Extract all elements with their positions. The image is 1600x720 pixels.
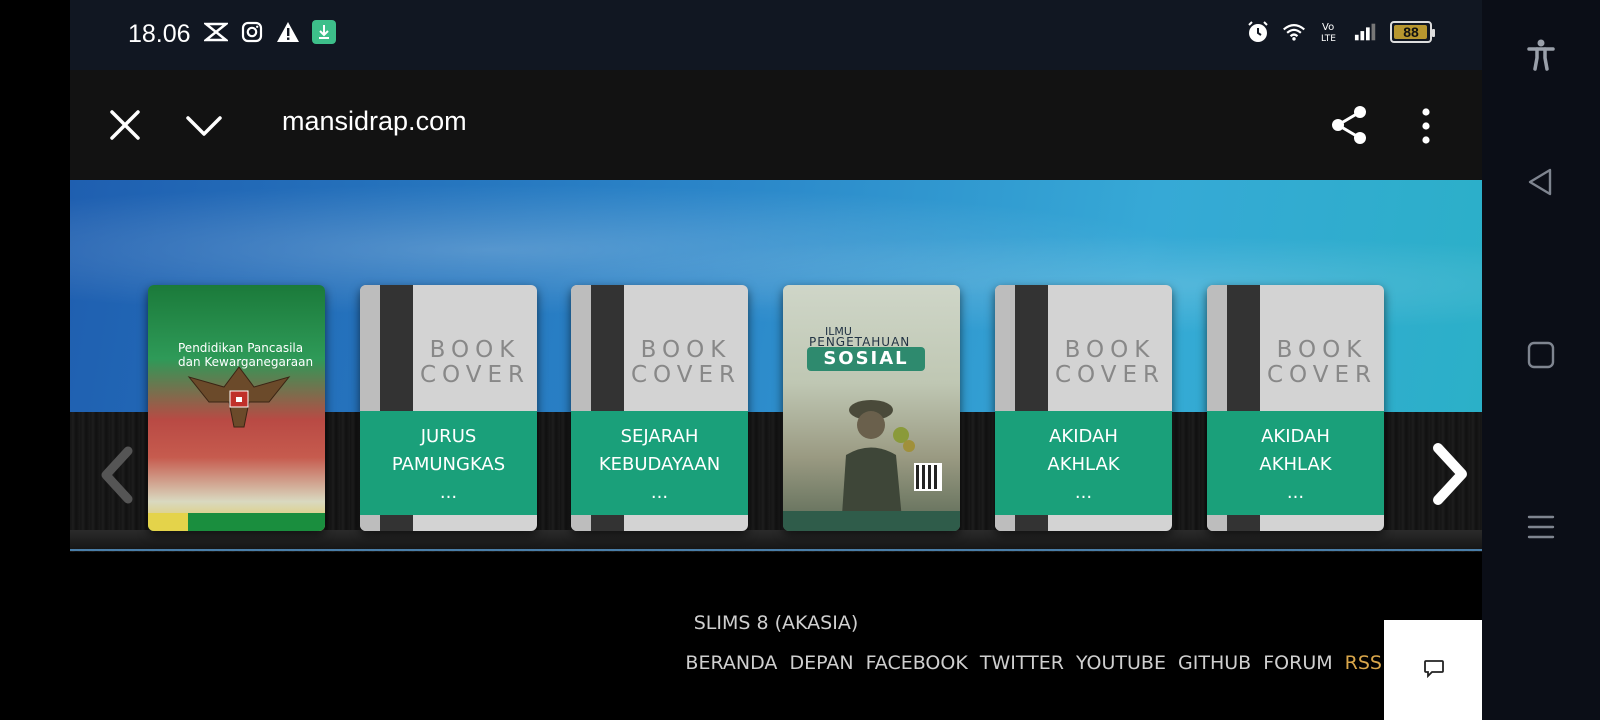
cover-text-sosial: SOSIAL	[807, 347, 925, 371]
book-carousel: Pendidikan Pancasila dan Kewarganegaraan…	[70, 180, 1482, 552]
battery-level: 88	[1403, 24, 1419, 40]
book-label-line2: KEBUDAYAAN	[598, 454, 721, 475]
share-icon[interactable]	[1328, 104, 1370, 146]
volte-icon: Vo LTE	[1318, 20, 1342, 44]
cover-word-cover: COVER	[1266, 362, 1377, 388]
svg-text:Vo: Vo	[1322, 22, 1334, 33]
alarm-icon	[1246, 20, 1270, 44]
book-label-line3: ...	[1286, 482, 1305, 503]
chevron-down-icon[interactable]	[184, 108, 224, 142]
book-cover-ilmu-pengetahuan-sosial[interactable]: ILMU PENGETAHUAN SOSIAL	[783, 285, 960, 531]
book-sejarah-kebudayaan[interactable]: BOOK COVER SEJARAH KEBUDAYAAN ...	[571, 285, 748, 531]
cover-word-book: BOOK	[1064, 337, 1156, 363]
book-label-line2: PAMUNGKAS	[391, 454, 506, 475]
instagram-icon	[240, 20, 264, 44]
book-akidah-akhlak-1[interactable]: BOOK COVER AKIDAH AKHLAK ...	[995, 285, 1172, 531]
svg-text:LTE: LTE	[1321, 34, 1336, 44]
book-label: JURUS PAMUNGKAS ...	[360, 411, 537, 515]
qr-code	[914, 463, 942, 491]
browser-toolbar: mansidrap.com	[70, 70, 1482, 180]
book-label: SEJARAH KEBUDAYAAN ...	[571, 411, 748, 515]
footer-link-rss[interactable]: RSS	[1345, 652, 1382, 674]
book-label: AKIDAH AKHLAK ...	[1207, 411, 1384, 515]
book-label-line3: ...	[650, 482, 669, 503]
book-label-line2: AKHLAK	[1047, 454, 1120, 475]
download-icon	[312, 20, 336, 44]
book-label-line3: ...	[1074, 482, 1093, 503]
book-label-line1: AKIDAH	[1049, 426, 1118, 447]
status-bar: 18.06 Vo LTE 88	[70, 0, 1482, 70]
close-icon[interactable]	[108, 108, 142, 142]
footer-link-youtube[interactable]: YOUTUBE	[1076, 652, 1166, 674]
cover-word-cover: COVER	[630, 362, 741, 388]
book-footer-band	[783, 511, 960, 531]
footer-link-twitter[interactable]: TWITTER	[980, 652, 1064, 674]
app-name-label: SLIMS 8 (AKASIA)	[693, 612, 859, 634]
accessibility-icon[interactable]	[1524, 38, 1558, 72]
shelf-line	[70, 549, 1482, 551]
signal-icon	[1354, 20, 1378, 44]
more-options-icon[interactable]	[1418, 106, 1434, 146]
footer-link-facebook[interactable]: FACEBOOK	[866, 652, 968, 674]
back-icon[interactable]	[1524, 165, 1558, 199]
status-icons-right: Vo LTE 88	[1246, 20, 1435, 44]
book-cover-pancasila[interactable]: Pendidikan Pancasila dan Kewarganegaraan	[148, 285, 325, 531]
book-label-line1: SEJARAH	[620, 426, 699, 447]
book-label-line3: ...	[439, 482, 458, 503]
garuda-image	[187, 366, 291, 428]
page-footer: SLIMS 8 (AKASIA) BERANDA DEPAN FACEBOOK …	[70, 552, 1482, 720]
book-label-line1: JURUS	[420, 426, 477, 447]
recent-apps-icon[interactable]	[1524, 510, 1558, 544]
footer-link-forum[interactable]: FORUM	[1263, 652, 1332, 674]
chat-bubble-icon	[1423, 658, 1445, 679]
status-icons-left	[204, 20, 336, 44]
book-label: AKIDAH AKHLAK ...	[995, 411, 1172, 515]
cover-word-cover: COVER	[419, 362, 530, 388]
battery-indicator: 88	[1390, 21, 1435, 43]
footer-link-beranda[interactable]: BERANDA	[685, 652, 777, 674]
book-jurus-pamungkas[interactable]: BOOK COVER JURUS PAMUNGKAS ...	[360, 285, 537, 531]
cover-word-cover: COVER	[1054, 362, 1165, 388]
cover-word-book: BOOK	[640, 337, 732, 363]
book-footer-yellow	[148, 513, 188, 531]
book-label-line1: AKIDAH	[1261, 426, 1330, 447]
footer-links: BERANDA DEPAN FACEBOOK TWITTER YOUTUBE G…	[679, 652, 1382, 674]
shelf-base	[70, 530, 1482, 550]
cover-word-book: BOOK	[1276, 337, 1368, 363]
chat-button[interactable]	[1384, 620, 1482, 720]
status-time: 18.06	[128, 20, 191, 48]
footer-link-depan[interactable]: DEPAN	[789, 652, 853, 674]
footer-link-github[interactable]: GITHUB	[1178, 652, 1251, 674]
warning-icon	[276, 20, 300, 44]
book-akidah-akhlak-2[interactable]: BOOK COVER AKIDAH AKHLAK ...	[1207, 285, 1384, 531]
carousel-next-icon[interactable]	[1428, 442, 1472, 506]
system-nav-bar	[1482, 0, 1600, 720]
book-label-line2: AKHLAK	[1259, 454, 1332, 475]
left-black-strip	[0, 0, 70, 720]
capcut-icon	[204, 20, 228, 44]
carousel-prev-icon[interactable]	[96, 445, 136, 505]
cover-figure-image	[841, 400, 915, 530]
url-text[interactable]: mansidrap.com	[282, 106, 467, 137]
cover-word-book: BOOK	[429, 337, 521, 363]
home-icon[interactable]	[1524, 338, 1558, 372]
wifi-icon	[1282, 20, 1306, 44]
